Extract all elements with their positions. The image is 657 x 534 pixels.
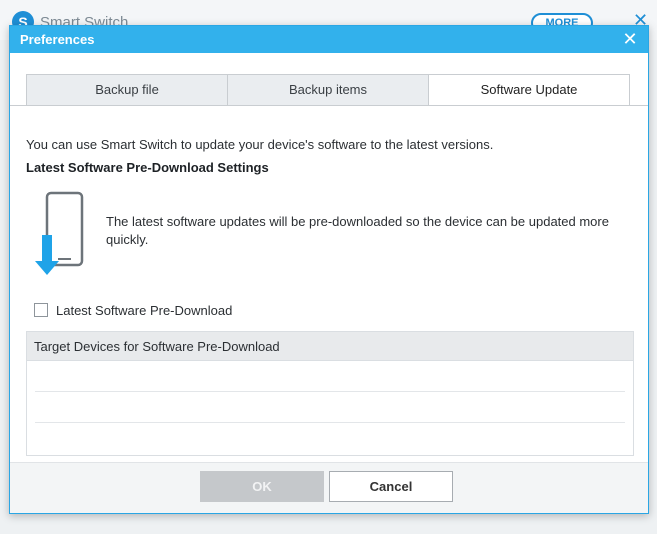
- pre-download-checkbox[interactable]: [34, 303, 48, 317]
- pre-download-settings-heading: Latest Software Pre-Download Settings: [26, 160, 269, 175]
- ok-button[interactable]: OK: [200, 471, 324, 502]
- dialog-close-icon[interactable]: ✕: [620, 29, 640, 49]
- pre-download-checkbox-label[interactable]: Latest Software Pre-Download: [56, 303, 232, 318]
- pre-download-checkbox-row[interactable]: Latest Software Pre-Download: [34, 301, 232, 319]
- target-devices-header: Target Devices for Software Pre-Download: [27, 332, 633, 361]
- phone-download-icon: [34, 191, 84, 281]
- tab-bar: Backup file Backup items Software Update: [26, 74, 630, 106]
- tab-software-update[interactable]: Software Update: [428, 74, 630, 106]
- cancel-button[interactable]: Cancel: [329, 471, 453, 502]
- preferences-dialog: Preferences ✕ Backup file Backup items S…: [9, 25, 649, 514]
- software-update-description: You can use Smart Switch to update your …: [26, 137, 494, 152]
- dialog-footer: OK Cancel: [10, 462, 648, 513]
- tab-backup-file[interactable]: Backup file: [26, 74, 228, 105]
- dialog-header: Preferences ✕: [10, 26, 648, 53]
- list-item[interactable]: [35, 361, 625, 392]
- tab-divider: [10, 105, 648, 106]
- list-item[interactable]: [35, 423, 625, 454]
- list-item[interactable]: [35, 392, 625, 423]
- tab-backup-items[interactable]: Backup items: [227, 74, 429, 105]
- pre-download-info-text: The latest software updates will be pre-…: [106, 214, 609, 247]
- dialog-title: Preferences: [20, 32, 95, 47]
- target-devices-list: Target Devices for Software Pre-Download: [26, 331, 634, 456]
